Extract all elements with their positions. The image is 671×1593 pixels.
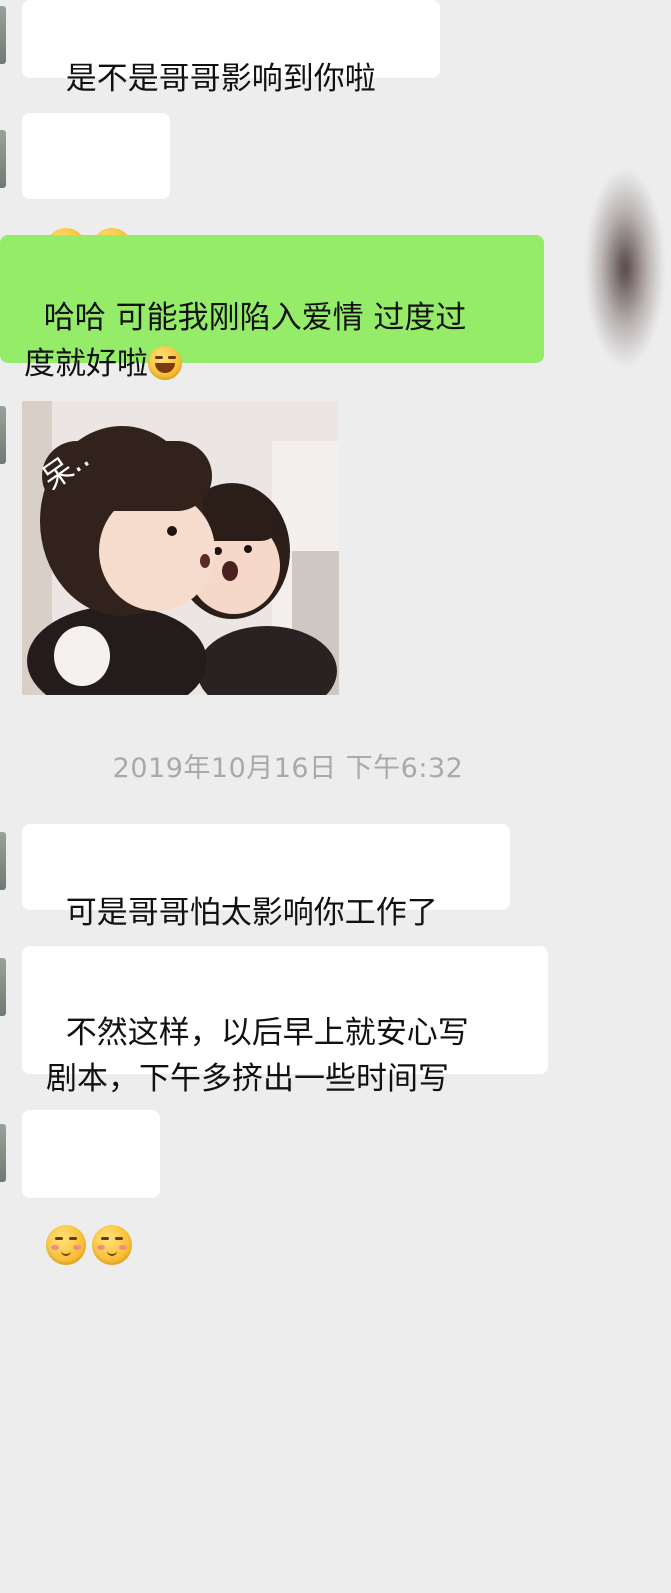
blurred-avatar: [585, 168, 665, 368]
message-text: 可是哥哥怕太影响你工作了: [65, 895, 438, 931]
message-bubble[interactable]: 哈哈 可能我刚陷入爱情 过度过 度就好啦: [0, 235, 544, 382]
two-toddlers-illustration: 呆..: [22, 401, 339, 695]
message-bubble[interactable]: [22, 113, 170, 268]
shy-smile-emoji-icon: [46, 1225, 86, 1265]
message-text: 哈哈 可能我刚陷入爱情 过度过 度就好啦: [24, 300, 467, 382]
message-text: 不然这样，以后早上就安心写 剧本，下午多挤出一些时间写: [46, 1015, 469, 1097]
message-text: 是不是哥哥影响到你啦: [65, 61, 376, 97]
sticker-image[interactable]: 呆..: [22, 401, 339, 695]
avatar[interactable]: [0, 832, 6, 890]
avatar[interactable]: [0, 406, 6, 464]
avatar[interactable]: [0, 958, 6, 1016]
timestamp: 2019年10月16日 下午6:32: [112, 753, 464, 784]
avatar[interactable]: [0, 6, 6, 64]
message-bubble[interactable]: 不然这样，以后早上就安心写 剧本，下午多挤出一些时间写: [22, 946, 548, 1097]
message-bubble[interactable]: [22, 1110, 160, 1265]
avatar[interactable]: [0, 1124, 6, 1182]
message-bubble[interactable]: 是不是哥哥影响到你啦: [22, 0, 440, 97]
shy-smile-emoji-icon: [92, 1225, 132, 1265]
message-bubble[interactable]: 可是哥哥怕太影响你工作了: [22, 824, 510, 931]
laughing-tears-emoji-icon: [148, 346, 182, 380]
avatar[interactable]: [0, 130, 6, 188]
